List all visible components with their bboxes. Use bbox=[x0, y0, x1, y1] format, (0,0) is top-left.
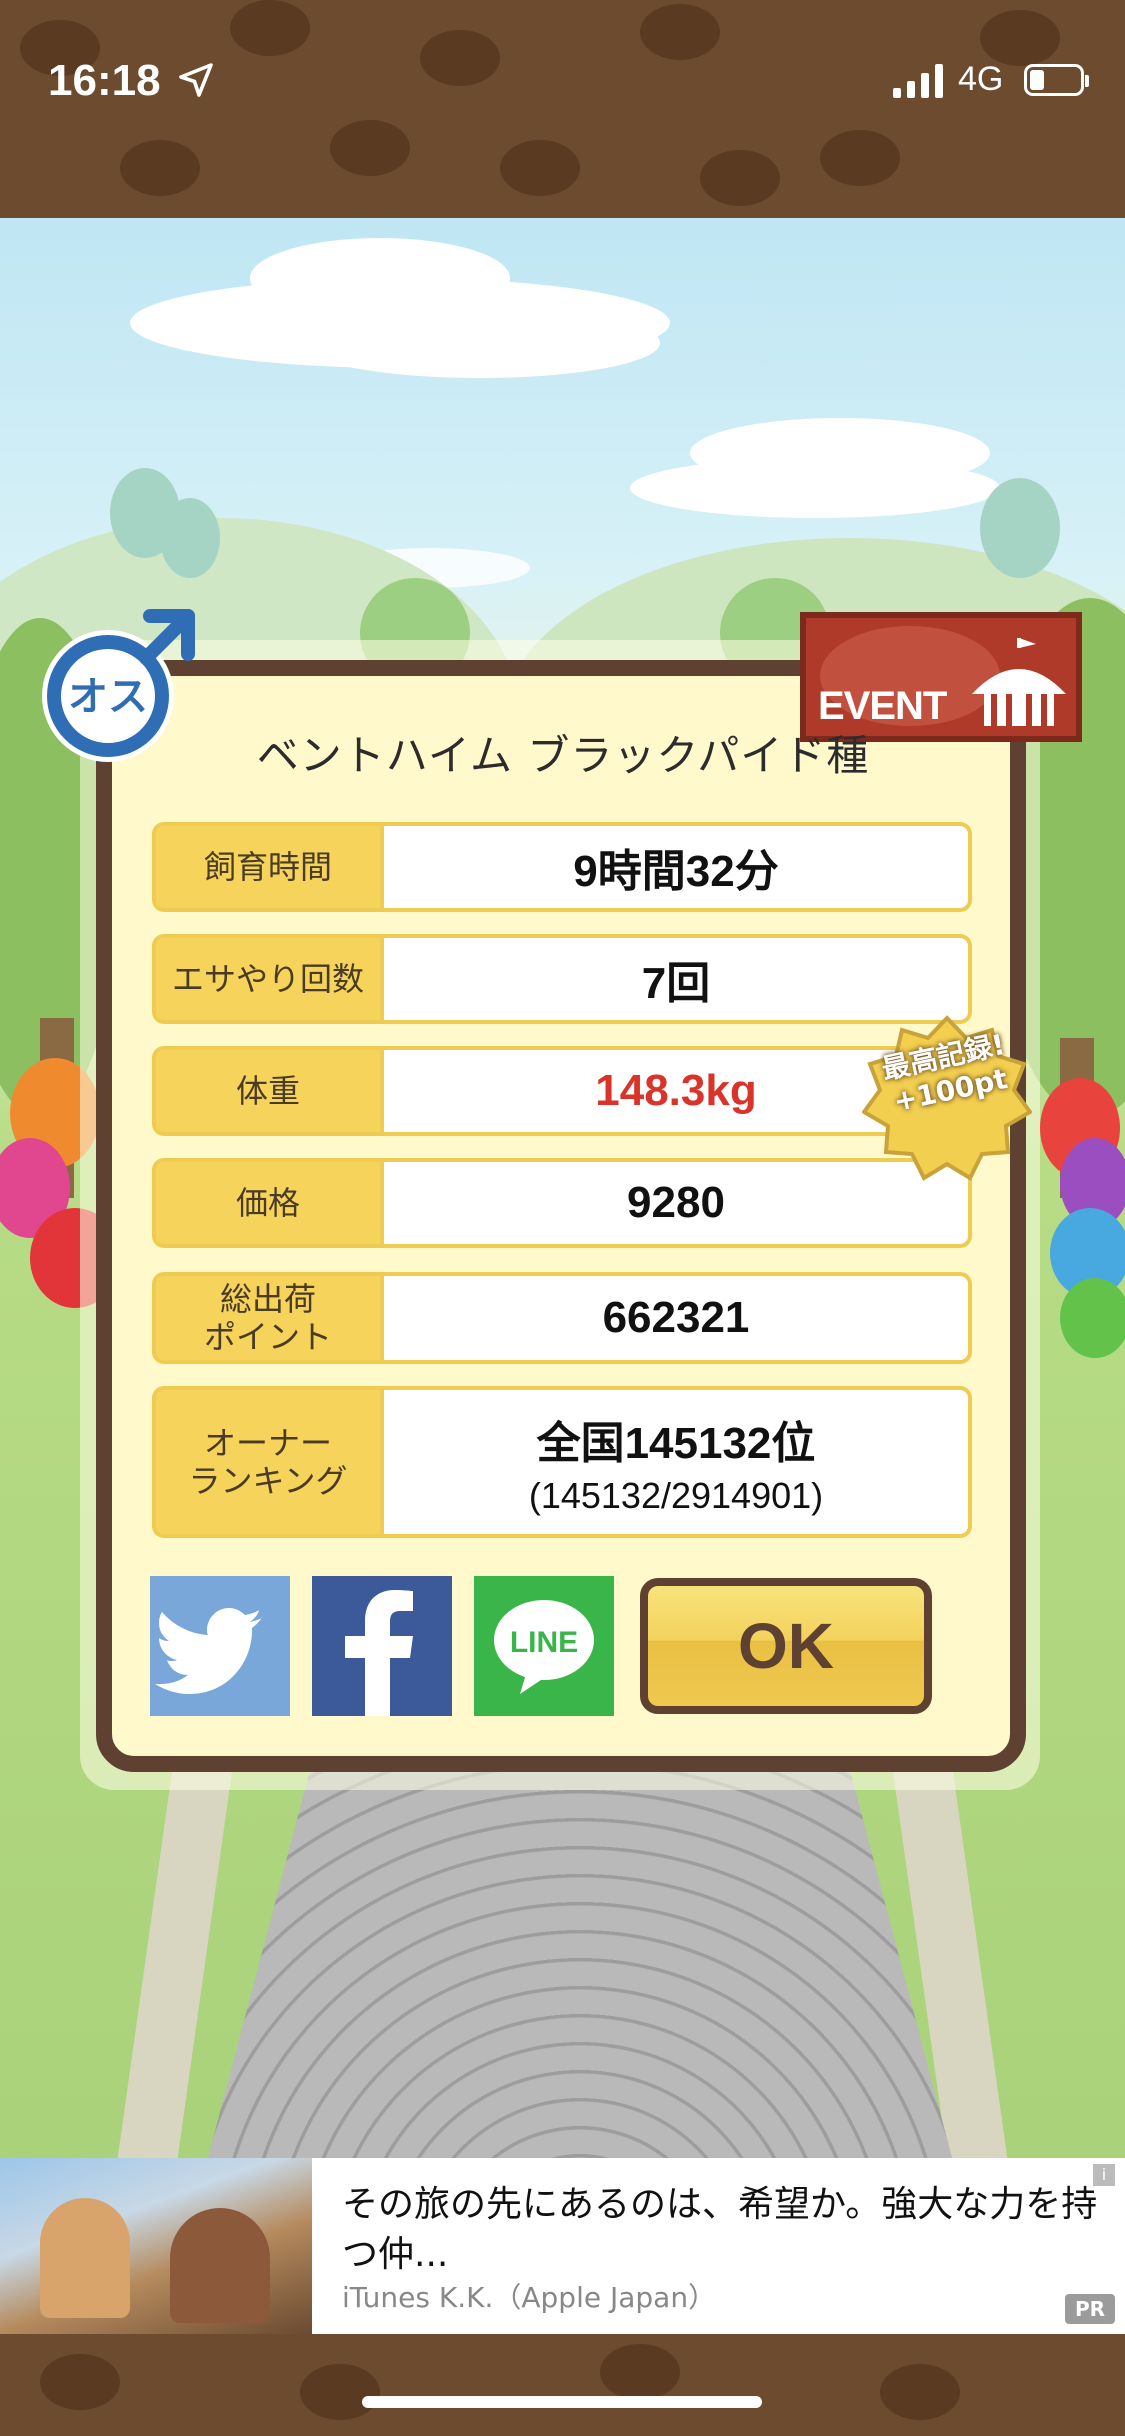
ad-headline[interactable]: その旅の先にあるのは、希望か。強大な力を持つ仲... bbox=[342, 2180, 1102, 2280]
pattern-blob bbox=[230, 0, 310, 56]
pattern-blob bbox=[980, 10, 1060, 66]
ad-info-icon[interactable]: i bbox=[1093, 2164, 1115, 2186]
stat-row-breeding-time: 飼育時間 9時間32分 bbox=[152, 822, 972, 912]
line-share-button[interactable]: LINE bbox=[474, 1576, 614, 1716]
ok-button[interactable]: OK bbox=[640, 1578, 932, 1714]
ad-image[interactable] bbox=[0, 2158, 312, 2334]
circus-tent-icon bbox=[972, 638, 1066, 726]
pattern-blob bbox=[640, 4, 720, 60]
balloon bbox=[1060, 1278, 1125, 1358]
gender-label: オス bbox=[68, 674, 148, 720]
stat-row-weight: 体重 148.3kg bbox=[152, 1046, 972, 1136]
facebook-icon bbox=[345, 1590, 413, 1716]
ranking-position: 全国145132位 bbox=[536, 1419, 816, 1468]
stat-label: 体重 bbox=[152, 1046, 384, 1136]
ad-advertiser: iTunes K.K.（Apple Japan） bbox=[342, 2281, 717, 2314]
twitter-share-button[interactable] bbox=[150, 1576, 290, 1716]
ad-pr-badge: PR bbox=[1065, 2294, 1115, 2324]
panel-title: ベントハイム ブラックパイド種 bbox=[256, 731, 870, 780]
stat-value: 7回 bbox=[384, 934, 972, 1024]
line-label: LINE bbox=[510, 1626, 578, 1659]
stat-label: 価格 bbox=[152, 1158, 384, 1248]
pattern-blob bbox=[40, 2354, 120, 2410]
bottom-bar bbox=[0, 2334, 1125, 2436]
pattern-blob bbox=[300, 2364, 380, 2420]
status-time: 16:18 bbox=[48, 56, 161, 105]
stat-row-owner-ranking: オーナー ランキング 全国145132位 (145132/2914901) bbox=[152, 1386, 972, 1538]
twitter-bird-icon bbox=[155, 1608, 262, 1694]
ad-character bbox=[170, 2208, 270, 2323]
pattern-blob bbox=[120, 140, 200, 196]
pattern-blob bbox=[600, 2344, 680, 2400]
stat-value: 9時間32分 bbox=[384, 822, 972, 912]
stat-row-feed-count: エサやり回数 7回 bbox=[152, 934, 972, 1024]
battery-icon bbox=[1024, 64, 1089, 96]
pattern-blob bbox=[420, 30, 500, 86]
stat-label: 総出荷 ポイント bbox=[152, 1272, 384, 1364]
ranking-detail: (145132/2914901) bbox=[528, 1475, 824, 1516]
ad-banner[interactable]: その旅の先にあるのは、希望か。強大な力を持つ仲... iTunes K.K.（A… bbox=[0, 2158, 1125, 2334]
stat-row-shipping-points: 総出荷 ポイント 662321 bbox=[152, 1272, 972, 1364]
pattern-blob bbox=[820, 130, 900, 186]
line-icon: LINE bbox=[494, 1600, 594, 1694]
stat-value: 662321 bbox=[384, 1272, 972, 1364]
network-type: 4G bbox=[958, 60, 1004, 98]
stat-label: オーナー ランキング bbox=[152, 1386, 384, 1538]
stat-label: 飼育時間 bbox=[152, 822, 384, 912]
status-bar: 16:18 4G bbox=[0, 0, 1125, 218]
cloud bbox=[300, 308, 660, 378]
stat-label: エサやり回数 bbox=[152, 934, 384, 1024]
pattern-blob bbox=[700, 150, 780, 206]
stat-value-ranking: 全国145132位 (145132/2914901) bbox=[384, 1386, 972, 1538]
ad-character bbox=[40, 2198, 130, 2318]
tree bbox=[980, 478, 1060, 578]
pattern-blob bbox=[880, 2364, 960, 2420]
cloud bbox=[630, 458, 1000, 518]
home-indicator[interactable] bbox=[362, 2396, 762, 2408]
pattern-blob bbox=[330, 120, 410, 176]
facebook-share-button[interactable] bbox=[312, 1576, 452, 1716]
stat-row-price: 価格 9280 bbox=[152, 1158, 972, 1248]
location-arrow-icon bbox=[179, 63, 213, 97]
signal-bars-icon bbox=[893, 64, 943, 98]
pattern-blob bbox=[500, 140, 580, 196]
tree bbox=[160, 498, 220, 578]
